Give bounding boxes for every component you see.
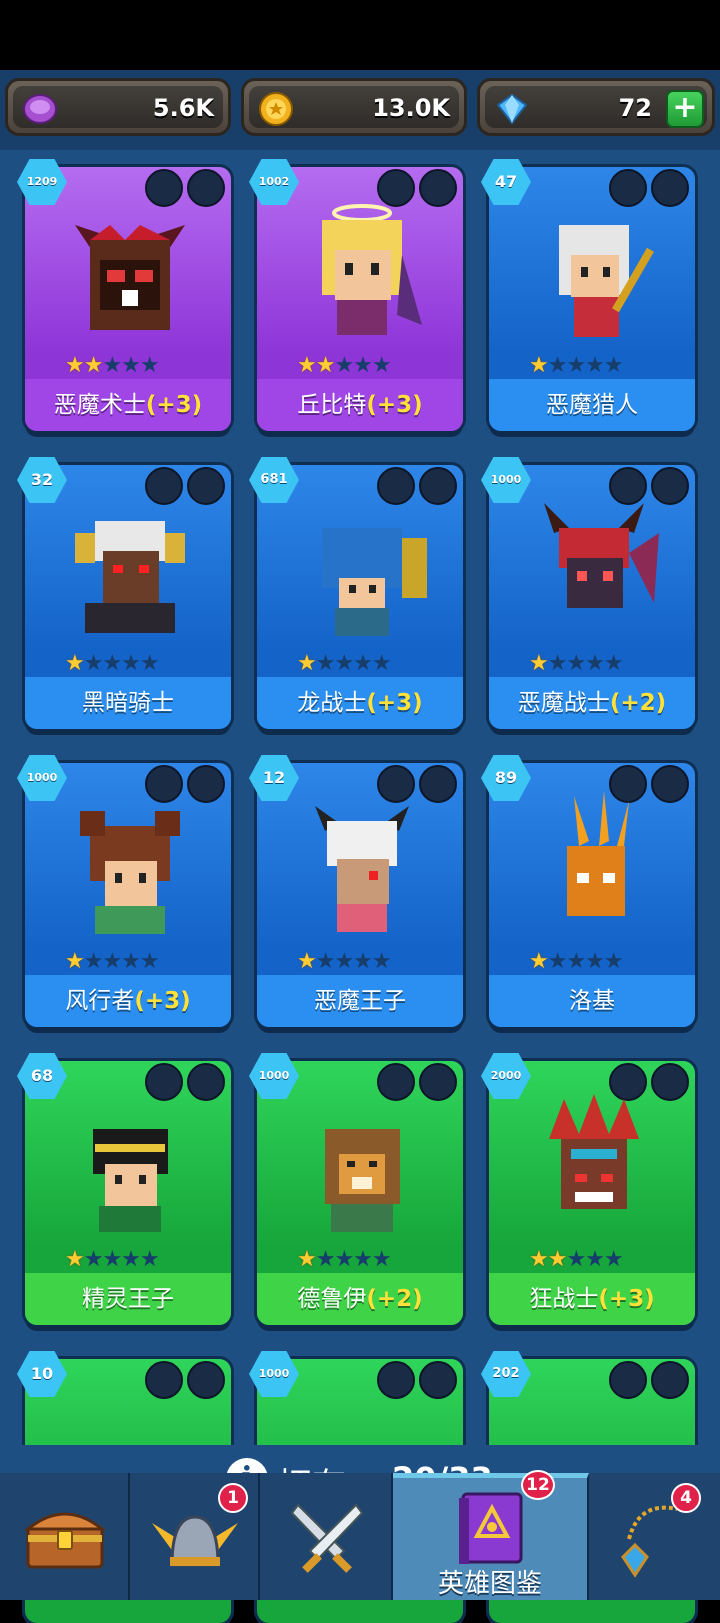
- hero-stars: ★★★★★: [529, 1247, 624, 1272]
- hood-class-icon: [145, 1361, 183, 1399]
- hero-name: 恶魔术士(+3): [25, 379, 231, 431]
- hero-name: 龙战士(+3): [257, 677, 463, 729]
- loki-portrait: [567, 791, 629, 916]
- tab-equipment[interactable]: 4: [589, 1473, 720, 1600]
- hood-class-icon: [377, 1361, 415, 1399]
- hero-name: 黑暗骑士: [25, 677, 231, 729]
- hero-stars: ★★★★★: [297, 353, 392, 378]
- hero-book-icon: [459, 1492, 523, 1564]
- treasure-chest-icon: [23, 1512, 107, 1569]
- hero-level: 32: [17, 457, 67, 503]
- hero-name: 恶魔猎人: [489, 379, 695, 431]
- hero-card[interactable]: 1000 ★★★★★ 风行者(+3): [17, 755, 231, 1027]
- hero-name: 德鲁伊(+2): [257, 1273, 463, 1325]
- gold-coin-value: 13.0K: [372, 94, 450, 122]
- hero-level: 2000: [481, 1053, 531, 1099]
- hero-card[interactable]: 89 ★★★★★ 洛基: [481, 755, 695, 1027]
- hero-stars: ★★★★★: [297, 949, 392, 974]
- hero-level: 1000: [249, 1351, 299, 1397]
- hero-stars: ★★★★★: [529, 949, 624, 974]
- windrunner-portrait: [80, 811, 180, 934]
- purple-coin-value: 5.6K: [152, 94, 214, 122]
- hero-card[interactable]: 32 ★★★★★ 黑暗骑士: [17, 457, 231, 729]
- hero-stars: ★★★★★: [297, 1247, 392, 1272]
- hero-card[interactable]: 1000 ★★★★★ 恶魔战士(+2): [481, 457, 695, 729]
- staff-icon: [651, 1361, 689, 1399]
- hero-stars: ★★★★★: [65, 353, 160, 378]
- hero-level: 202: [481, 1351, 531, 1397]
- hero-level: 47: [481, 159, 531, 205]
- hero-level: 1000: [249, 1053, 299, 1099]
- crossed-swords-icon: [290, 1503, 364, 1573]
- hero-level: 1000: [17, 755, 67, 801]
- bottom-nav: 1 12 英雄图鉴 4: [0, 1470, 720, 1600]
- bow-icon: [187, 1361, 225, 1399]
- hero-card[interactable]: 1209 ★★★★★ 恶魔术士(+3): [17, 159, 231, 431]
- orc-class-icon: [609, 1361, 647, 1399]
- berserker-portrait: [549, 1094, 639, 1209]
- gold-coin-counter: 13.0K: [241, 78, 467, 136]
- tab-heroes-upgrade[interactable]: 1: [130, 1473, 260, 1600]
- purple-coin-counter: 5.6K: [5, 78, 231, 136]
- hero-name: 精灵王子: [25, 1273, 231, 1325]
- druid-portrait: [325, 1129, 400, 1232]
- hero-level: 1002: [249, 159, 299, 205]
- hero-card[interactable]: 47 ★★★★★ 恶魔猎人: [481, 159, 695, 431]
- hero-name: 洛基: [489, 975, 695, 1027]
- hero-stars: ★★★★★: [65, 1247, 160, 1272]
- add-gems-button[interactable]: +: [666, 90, 704, 128]
- tab-hero-collection[interactable]: 12 英雄图鉴: [393, 1470, 589, 1600]
- tab-battle[interactable]: [260, 1473, 393, 1600]
- hero-level: 89: [481, 755, 531, 801]
- hero-name: 恶魔王子: [257, 975, 463, 1027]
- hero-card[interactable]: 2000 ★★★★★ 狂战士(+3): [481, 1053, 695, 1325]
- demon-prince-portrait: [315, 806, 409, 932]
- demon-warrior-portrait: [544, 503, 659, 608]
- cupid-portrait: [322, 204, 422, 335]
- gem-value: 72: [618, 94, 652, 122]
- hero-level: 68: [17, 1053, 67, 1099]
- tab-label: 英雄图鉴: [437, 1569, 542, 1599]
- hero-card[interactable]: 1000 ★★★★★ 德鲁伊(+2): [249, 1053, 463, 1325]
- warlock-portrait: [75, 225, 185, 330]
- hero-name: 风行者(+3): [25, 975, 231, 1027]
- dark-knight-portrait: [75, 521, 185, 633]
- purple-coin-icon: [23, 94, 57, 124]
- dragon-warrior-portrait: [322, 528, 427, 636]
- winged-helmet-icon: [152, 1515, 238, 1567]
- hero-level: 1209: [17, 159, 67, 205]
- hero-stars: ★★★★★: [65, 651, 160, 676]
- hero-name: 丘比特(+3): [257, 379, 463, 431]
- demon-hunter-portrait: [559, 225, 654, 337]
- notification-badge: 1: [218, 1483, 248, 1513]
- hero-stars: ★★★★★: [297, 651, 392, 676]
- gold-coin-icon: [259, 92, 293, 126]
- notification-badge: 12: [521, 1470, 555, 1500]
- hero-level: 12: [249, 755, 299, 801]
- hero-card[interactable]: 1002 ★★★★★ 丘比特(+3): [249, 159, 463, 431]
- hero-level: 681: [249, 457, 299, 503]
- hero-stars: ★★★★★: [529, 651, 624, 676]
- hero-name: 狂战士(+3): [489, 1273, 695, 1325]
- hero-name: 恶魔战士(+2): [489, 677, 695, 729]
- gem-counter: 72 +: [477, 78, 715, 136]
- hero-level: 1000: [481, 457, 531, 503]
- hero-level: 10: [17, 1351, 67, 1397]
- elf-prince-portrait: [93, 1129, 168, 1232]
- gem-icon: [496, 93, 528, 125]
- hero-card[interactable]: 68 ★★★★★ 精灵王子: [17, 1053, 231, 1325]
- hero-card[interactable]: 681 ★★★★★ 龙战士(+3): [249, 457, 463, 729]
- hero-stars: ★★★★★: [529, 353, 624, 378]
- tab-chest[interactable]: [0, 1473, 130, 1600]
- sword-icon: [419, 1361, 457, 1399]
- hero-collection-screen: 5.6K 13.0K 72 + 1209 ★★★★★ 恶魔术士(+3) 1002…: [0, 70, 720, 1623]
- hero-card[interactable]: 12 ★★★★★ 恶魔王子: [249, 755, 463, 1027]
- notification-badge: 4: [671, 1483, 701, 1513]
- hero-stars: ★★★★★: [65, 949, 160, 974]
